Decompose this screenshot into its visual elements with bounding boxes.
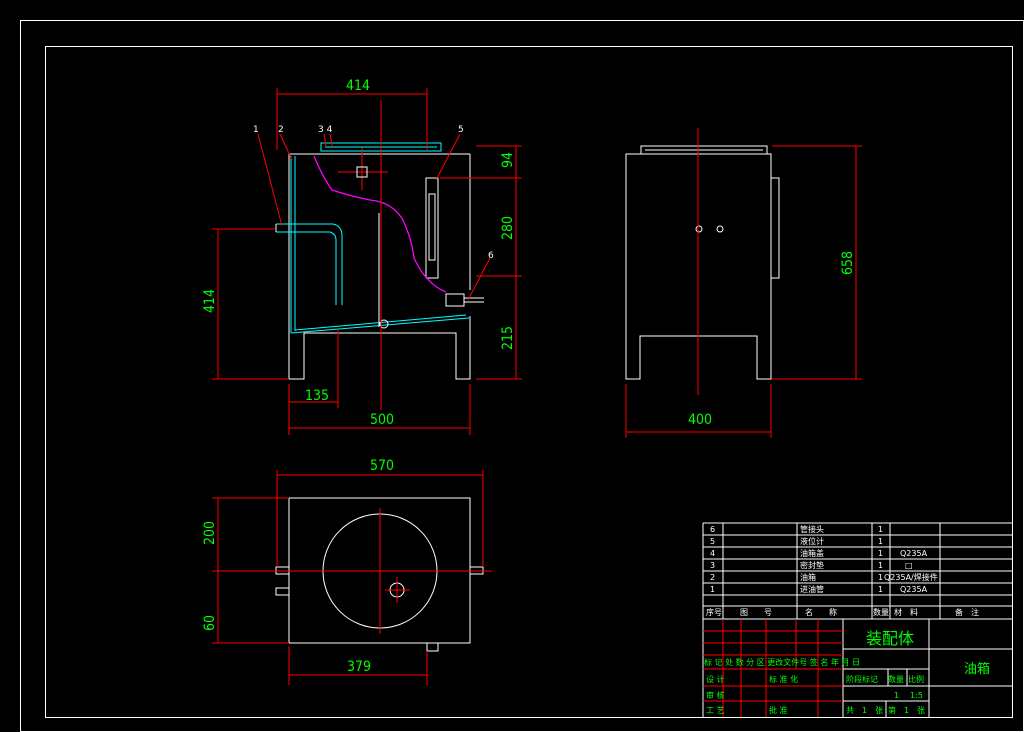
dim-379: 379 (347, 659, 371, 675)
part-name: 油箱盖 (800, 548, 824, 558)
part-qty: 1 (878, 573, 883, 582)
outer-frame (20, 20, 1024, 732)
part-name: 进油管 (800, 584, 824, 594)
front-view: 414 414 135 500 94 280 215 1 2 3 4 5 6 (202, 78, 522, 435)
dim-500: 500 (370, 412, 394, 428)
part-qty: 1 (878, 561, 883, 570)
header-drawing-no: 图 号 (740, 608, 772, 617)
balloon-2: 2 (278, 125, 284, 135)
top-view: 570 200 60 379 (202, 458, 492, 685)
dim-280: 280 (500, 216, 516, 240)
part-no: 6 (710, 525, 715, 534)
part-no: 1 (710, 585, 715, 594)
part-no: 5 (710, 537, 715, 546)
qty-value: 1 (894, 691, 899, 700)
label-craft: 工 艺 (706, 706, 725, 715)
part-no: 4 (710, 549, 715, 558)
part-material: □ (905, 561, 913, 570)
label-design: 设 计 (706, 674, 725, 684)
revision-row: 标 记 处 数 分 区 更改文件号 签 名 年 月 日 (704, 657, 860, 667)
label-approve: 批 准 (769, 705, 788, 715)
balloon-3-4: 3 4 (318, 125, 333, 135)
part-material: Q235A/焊接件 (884, 572, 938, 582)
part-qty: 1 (878, 537, 883, 546)
part-name: 密封垫 (800, 560, 824, 570)
part-material: Q235A (900, 585, 928, 594)
part-qty: 1 (878, 585, 883, 594)
weight-label: 数量 (888, 674, 904, 684)
label-review: 审 核 (706, 690, 725, 700)
part-no: 3 (710, 561, 715, 570)
dim-60: 60 (202, 615, 218, 631)
part-name: 油箱 (800, 572, 816, 582)
sheet-number: 第 1 张 (888, 705, 925, 715)
balloon-1: 1 (253, 125, 259, 135)
part-qty: 1 (878, 525, 883, 534)
assembly-label: 装配体 (866, 629, 914, 648)
side-view: 658 400 (625, 128, 862, 438)
dim-215: 215 (500, 326, 516, 350)
header-qty: 数量 (873, 607, 889, 617)
scale-value: 1:5 (910, 691, 923, 700)
part-material: Q235A (900, 549, 928, 558)
dim-135: 135 (305, 388, 329, 404)
label-std: 标 准 化 (769, 674, 798, 684)
header-name: 名 称 (805, 607, 837, 617)
stage-label: 阶段标记 (846, 674, 878, 684)
header-remark: 备 注 (955, 607, 979, 617)
dim-200: 200 (202, 521, 218, 545)
dim-414-left: 414 (202, 289, 218, 313)
dim-94: 94 (500, 152, 516, 168)
balloon-6: 6 (488, 251, 494, 261)
dim-400: 400 (688, 412, 712, 428)
part-no: 2 (710, 573, 715, 582)
part-name: 管接头 (800, 524, 824, 534)
header-material: 材 料 (894, 607, 918, 617)
part-qty: 1 (878, 549, 883, 558)
dim-570: 570 (370, 458, 394, 474)
cad-drawing: 414 414 135 500 94 280 215 1 2 3 4 5 6 6… (20, 20, 1024, 732)
part-title: 油箱 (964, 661, 990, 677)
sheet-total: 共 1 张 (846, 706, 883, 715)
dim-414-top: 414 (346, 78, 370, 94)
inner-frame (45, 46, 1013, 718)
part-name: 液位计 (800, 536, 824, 546)
title-block: 6 管接头 1 5 液位计 1 4 油箱盖 1 Q235A 3 密封垫 1 □ … (702, 522, 1013, 717)
dim-658: 658 (840, 251, 856, 275)
balloon-5: 5 (458, 125, 464, 135)
scale-label: 比例 (908, 674, 924, 684)
header-no: 序号 (706, 607, 722, 617)
